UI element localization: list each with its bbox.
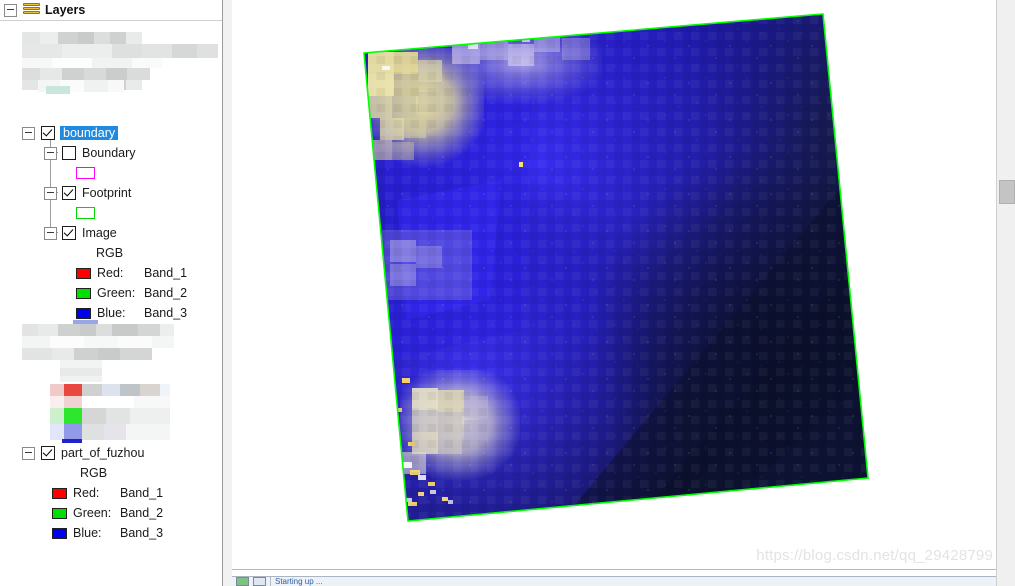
layers-panel: Layers boundary Boundary Footprint Image… (0, 0, 223, 586)
scrollbar-corner (997, 570, 1015, 586)
redacted-region-red-band-row2 (50, 396, 170, 408)
boundary-sub-expander[interactable] (44, 146, 57, 160)
fuzhou-red-band-value: Band_1 (120, 486, 164, 500)
scrollbar-thumb[interactable] (999, 180, 1015, 204)
tree-row-boundary[interactable]: boundary (22, 124, 119, 142)
redacted-region-top-accent (46, 86, 70, 94)
redacted-region-top-row3 (22, 58, 162, 68)
vertical-scrollbar[interactable]: ▼ (996, 0, 1015, 586)
blue-band-swatch (76, 307, 91, 319)
redacted-region-middle-row1 (22, 324, 174, 336)
image-rgb-label: RGB (96, 246, 124, 260)
part-of-fuzhou-checkbox[interactable] (41, 446, 55, 460)
layers-panel-title: Layers (45, 3, 86, 17)
fuzhou-green-band-value: Band_2 (120, 506, 164, 520)
image-band-blue-row: Blue: Band_3 (76, 304, 187, 322)
tree-row-footprint[interactable]: Footprint (44, 184, 131, 202)
redacted-region-blue-band (50, 424, 170, 440)
image-rgb-label-row: RGB (96, 244, 123, 262)
part-of-fuzhou-expander[interactable] (22, 446, 35, 460)
tree-label-boundary[interactable]: boundary (60, 126, 119, 140)
fuzhou-blue-band-value: Band_3 (120, 526, 164, 540)
redacted-region-middle-row3 (22, 348, 152, 360)
footprint-outline-swatch (76, 207, 95, 219)
red-band-channel: Red: (97, 266, 124, 280)
fuzhou-band-green-row: Green: Band_2 (52, 504, 163, 522)
fuzhou-blue-band-channel: Blue: (73, 526, 102, 540)
boundary-sub-checkbox[interactable] (62, 146, 76, 160)
tree-label-image[interactable]: Image (82, 226, 117, 240)
part-of-fuzhou-rgb-label-row: RGB (80, 464, 107, 482)
image-expander[interactable] (44, 226, 57, 240)
layers-panel-header: Layers (0, 0, 222, 21)
fuzhou-green-band-channel: Green: (73, 506, 112, 520)
redacted-region-green-band (50, 408, 170, 424)
toolbar-separator (270, 577, 271, 586)
boundary-checkbox[interactable] (41, 126, 55, 140)
red-band-swatch (76, 267, 91, 279)
bottom-toolbar[interactable]: Starting up ... (232, 576, 1015, 586)
boundary-expander[interactable] (22, 126, 35, 140)
tree-row-boundary-symbol (76, 164, 95, 182)
redacted-region-blue-underline (62, 439, 82, 443)
layers-tree: boundary Boundary Footprint Image RGB Re… (0, 21, 222, 540)
redacted-region-middle-row2 (22, 336, 174, 348)
image-band-red-row: Red: Band_1 (76, 264, 187, 282)
image-checkbox[interactable] (62, 226, 76, 240)
tree-row-boundary-sub[interactable]: Boundary (44, 144, 136, 162)
image-band-green-row: Green: Band_2 (76, 284, 187, 302)
raster-display[interactable] (232, 0, 995, 570)
fuzhou-red-band-channel: Red: (73, 486, 100, 500)
application-window: Layers boundary Boundary Footprint Image… (0, 0, 1015, 586)
redacted-region-top (22, 32, 218, 90)
green-band-swatch (76, 287, 91, 299)
redacted-region-top-row4 (22, 68, 150, 80)
fuzhou-green-band-swatch (52, 507, 67, 519)
map-view[interactable] (232, 0, 995, 570)
green-band-value: Band_2 (144, 286, 188, 300)
toolbar-document-icon[interactable] (253, 577, 266, 586)
fuzhou-red-band-swatch (52, 487, 67, 499)
footprint-expander[interactable] (44, 186, 57, 200)
footprint-checkbox[interactable] (62, 186, 76, 200)
tree-label-boundary-sub[interactable]: Boundary (82, 146, 136, 160)
toolbar-map-icon[interactable] (236, 577, 249, 586)
layers-stack-icon (23, 3, 40, 17)
tree-label-footprint[interactable]: Footprint (82, 186, 131, 200)
bottom-strip: Starting up ... (232, 569, 1015, 586)
tree-row-image[interactable]: Image (44, 224, 117, 242)
fuzhou-band-blue-row: Blue: Band_3 (52, 524, 163, 542)
redacted-region-middle-row4 (60, 360, 102, 382)
layers-root-expander[interactable] (4, 3, 17, 17)
tree-row-part-of-fuzhou[interactable]: part_of_fuzhou (22, 444, 144, 462)
boundary-outline-swatch (76, 167, 95, 179)
part-of-fuzhou-rgb-label: RGB (80, 466, 108, 480)
raster-pixels (364, 14, 868, 521)
green-band-channel: Green: (97, 286, 136, 300)
redacted-region-top-row2 (22, 44, 218, 58)
fuzhou-blue-band-swatch (52, 527, 67, 539)
blue-band-value: Band_3 (144, 306, 188, 320)
toolbar-status-label: Starting up ... (275, 577, 323, 586)
tree-label-part-of-fuzhou[interactable]: part_of_fuzhou (61, 446, 144, 460)
redacted-region-top-row5 (38, 80, 124, 92)
red-band-value: Band_1 (144, 266, 188, 280)
redacted-region-red-band (50, 384, 170, 406)
blue-band-channel: Blue: (97, 306, 126, 320)
fuzhou-band-red-row: Red: Band_1 (52, 484, 163, 502)
tree-row-footprint-symbol (76, 204, 95, 222)
